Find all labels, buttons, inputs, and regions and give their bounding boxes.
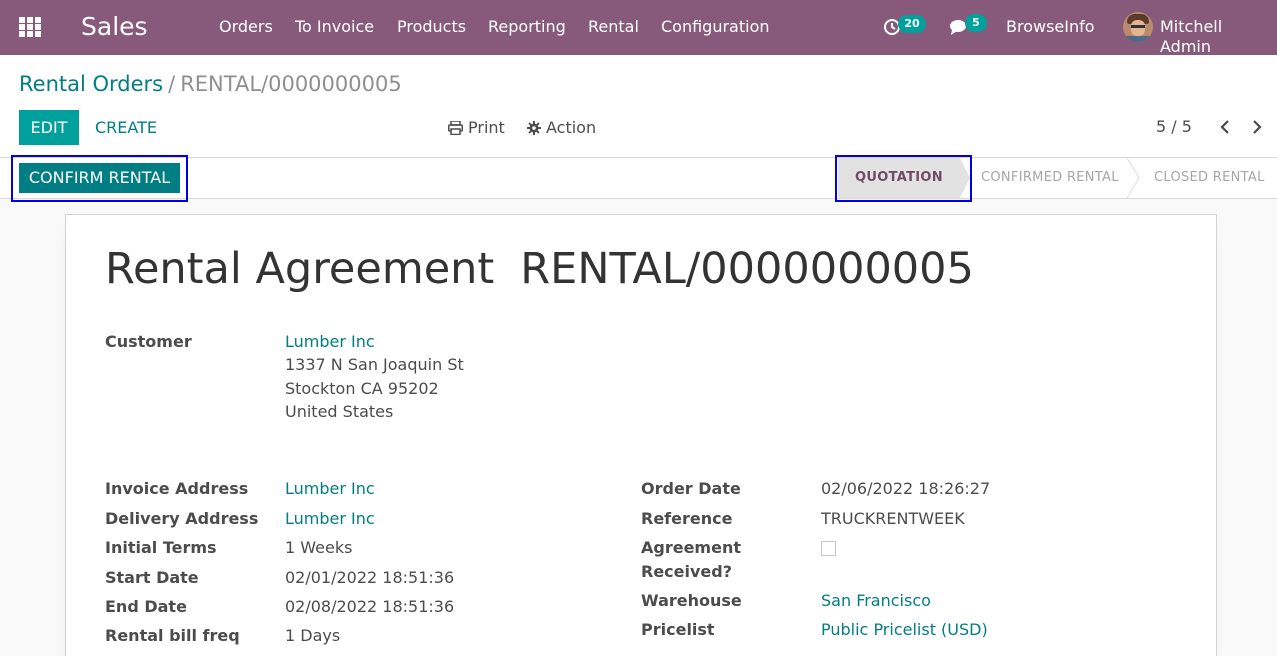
start-date-field[interactable]: 02/01/2022 18:51:36 [285, 568, 454, 588]
menu-reporting[interactable]: Reporting [488, 17, 566, 37]
order-date-label: Order Date [641, 479, 741, 498]
end-date-field[interactable]: 02/08/2022 18:51:36 [285, 597, 454, 617]
agreement-received-checkbox[interactable] [821, 541, 836, 556]
breadcrumb-current: RENTAL/0000000005 [180, 72, 402, 96]
rental-bill-freq-field[interactable]: 1 Days [285, 626, 340, 646]
delivery-address-field[interactable]: Lumber Inc [285, 509, 375, 529]
action-label: Action [546, 118, 597, 137]
title-prefix: Rental Agreement [105, 244, 495, 294]
menu-rental[interactable]: Rental [588, 17, 639, 37]
customer-country: United States [285, 402, 394, 421]
start-date-label: Start Date [105, 568, 199, 587]
customer-street: 1337 N San Joaquin St [285, 355, 464, 374]
chevron-right-icon [1253, 120, 1262, 134]
pager-previous-button[interactable] [1215, 117, 1235, 137]
invoice-address-label: Invoice Address [105, 479, 249, 498]
stage-confirmed-rental[interactable]: CONFIRMED RENTAL [981, 158, 1119, 198]
user-menu[interactable]: Mitchell Admin [1160, 17, 1277, 57]
message-count-badge: 5 [965, 14, 987, 32]
pager-value[interactable]: 5 / 5 [1156, 116, 1192, 138]
chevron-left-icon [1220, 120, 1229, 134]
print-dropdown[interactable]: Print [448, 110, 505, 145]
menu-to-invoice[interactable]: To Invoice [295, 17, 374, 37]
print-label: Print [468, 118, 505, 137]
breadcrumb-rental-orders[interactable]: Rental Orders [19, 72, 163, 96]
warehouse-label: Warehouse [641, 591, 742, 610]
warehouse-field[interactable]: San Francisco [821, 591, 931, 611]
breadcrumb: Rental Orders / RENTAL/0000000005 [19, 71, 402, 97]
highlight-stage-box [835, 155, 972, 202]
menu-products[interactable]: Products [397, 17, 466, 37]
page-title: Rental Agreement RENTAL/0000000005 [105, 245, 974, 293]
end-date-label: End Date [105, 597, 187, 616]
rental-bill-freq-label: Rental bill freq [105, 626, 240, 645]
menu-configuration[interactable]: Configuration [661, 17, 770, 37]
order-date-field[interactable]: 02/06/2022 18:26:27 [821, 479, 990, 499]
app-brand[interactable]: Sales [81, 12, 148, 42]
control-panel: Rental Orders / RENTAL/0000000005 EDIT CRE… [0, 55, 1277, 158]
invoice-address-field[interactable]: Lumber Inc [285, 479, 375, 499]
form-sheet: Rental Agreement RENTAL/0000000005 Custom… [65, 214, 1217, 656]
customer-city: Stockton CA 95202 [285, 379, 439, 398]
agreement-label-line2: Received? [641, 562, 733, 581]
title-reference: RENTAL/0000000005 [520, 244, 974, 294]
highlight-confirm-box [11, 155, 188, 202]
top-navbar: Sales Orders To Invoice Products Reporti… [0, 0, 1277, 57]
pricelist-field[interactable]: Public Pricelist (USD) [821, 620, 988, 640]
stage-closed-rental[interactable]: CLOSED RENTAL [1154, 158, 1265, 198]
delivery-address-label: Delivery Address [105, 509, 259, 528]
initial-terms-label: Initial Terms [105, 538, 217, 557]
customer-label: Customer [105, 332, 192, 351]
breadcrumb-separator: / [168, 72, 176, 96]
user-avatar[interactable] [1123, 12, 1153, 42]
app-grid-icon[interactable] [19, 17, 41, 37]
stage-separator [1126, 158, 1140, 198]
activity-count-badge: 20 [898, 15, 926, 33]
reference-label: Reference [641, 509, 733, 528]
reference-field[interactable]: TRUCKRENTWEEK [821, 509, 965, 529]
pager-next-button[interactable] [1247, 117, 1267, 137]
gear-icon [527, 120, 541, 135]
print-icon [448, 120, 463, 135]
initial-terms-field[interactable]: 1 Weeks [285, 538, 352, 558]
edit-button[interactable]: EDIT [19, 110, 79, 145]
create-button[interactable]: CREATE [95, 110, 157, 145]
menu-orders[interactable]: Orders [219, 17, 273, 37]
customer-field[interactable]: Lumber Inc [285, 332, 375, 352]
agreement-label-line1: Agreement [641, 538, 741, 557]
company-switcher[interactable]: BrowseInfo [1006, 17, 1095, 37]
action-dropdown[interactable]: Action [527, 110, 596, 145]
pricelist-label: Pricelist [641, 620, 715, 639]
statusbar: CONFIRM RENTAL QUOTATION CONFIRMED RENTA… [0, 155, 1277, 202]
